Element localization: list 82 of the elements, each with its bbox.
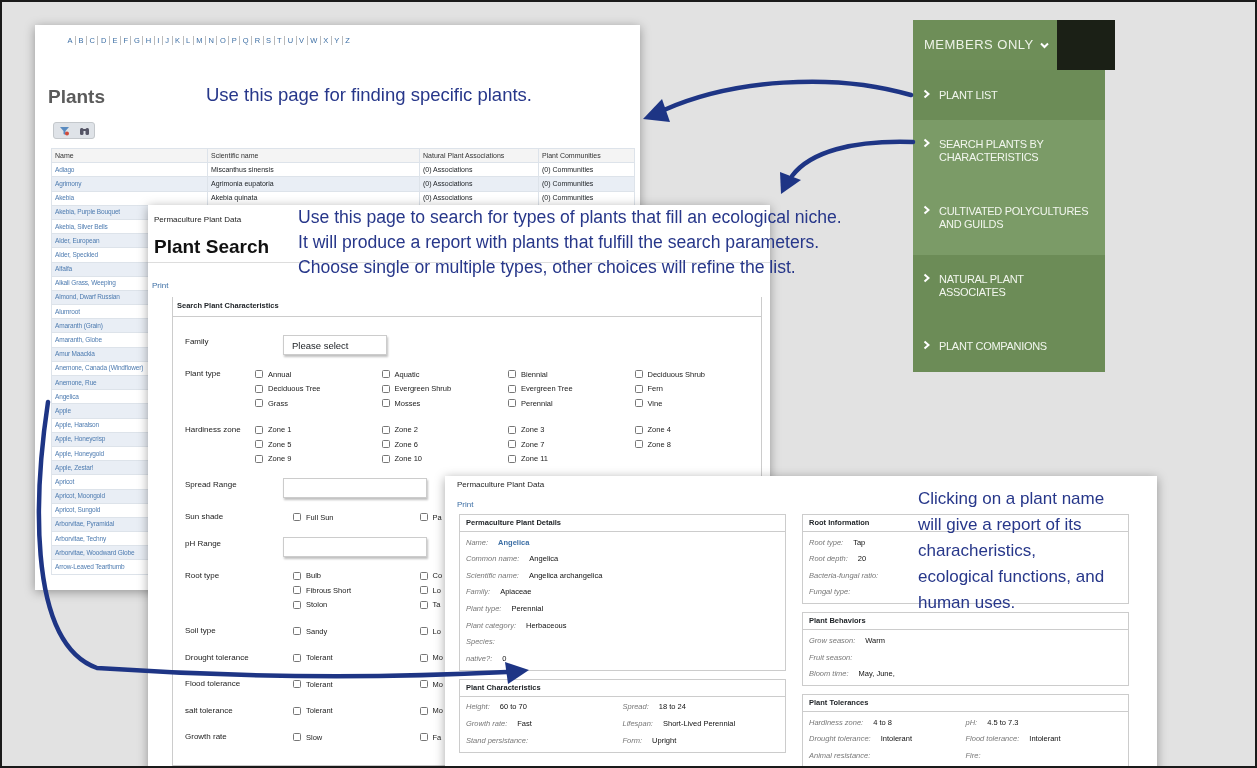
checkbox[interactable] bbox=[293, 600, 301, 609]
field-label: salt tolerance bbox=[185, 704, 234, 717]
checkbox[interactable] bbox=[634, 370, 643, 379]
chevron-down-icon bbox=[1039, 41, 1049, 49]
checkbox[interactable] bbox=[293, 513, 301, 522]
checkbox[interactable] bbox=[293, 653, 301, 662]
site-name: Permaculture Plant Data bbox=[154, 215, 242, 225]
checkbox[interactable] bbox=[381, 399, 390, 408]
checkbox[interactable] bbox=[634, 440, 643, 449]
checkbox[interactable] bbox=[381, 370, 390, 379]
chevron-right-icon bbox=[923, 340, 930, 350]
chevron-right-icon bbox=[923, 205, 930, 215]
field-label: Plant type bbox=[185, 368, 222, 380]
checkbox[interactable] bbox=[255, 425, 263, 434]
field-label: Soil type bbox=[185, 625, 217, 637]
checkbox[interactable] bbox=[255, 399, 263, 408]
checkbox[interactable] bbox=[293, 586, 301, 595]
annotation-text: Use this page for finding specific plants. bbox=[206, 83, 532, 107]
annotation-text: Choose single or multiple types, other choices will refine the list. bbox=[298, 256, 797, 279]
menu-header[interactable]: MEMBERS ONLY bbox=[913, 20, 1057, 70]
annotation-text: Clicking on a plant name will give a report of its characheristics, ecological functions, and human uses. bbox=[918, 488, 1106, 614]
field-label: Family bbox=[185, 336, 210, 348]
checkbox[interactable] bbox=[255, 384, 263, 393]
field-label: Drought tolerance bbox=[185, 651, 250, 664]
checkbox[interactable] bbox=[381, 454, 390, 463]
field-label: Sun shade bbox=[185, 511, 225, 523]
checkbox[interactable] bbox=[255, 370, 263, 379]
field-label: Growth rate bbox=[185, 731, 228, 743]
checkbox[interactable] bbox=[508, 370, 516, 379]
menu-item[interactable]: NATURAL PLANT ASSOCIATES bbox=[913, 255, 1105, 318]
input-field[interactable] bbox=[283, 478, 427, 498]
chevron-right-icon bbox=[923, 89, 930, 99]
field-label: Flood tolerance bbox=[185, 678, 242, 690]
checkbox[interactable] bbox=[508, 440, 516, 449]
field-label: Spread Range bbox=[185, 479, 238, 491]
filter-icon bbox=[58, 125, 70, 136]
dark-panel bbox=[1057, 20, 1115, 70]
menu-item[interactable]: CULTIVATED POLYCULTURES AND GUILDS bbox=[913, 187, 1105, 255]
checkbox[interactable] bbox=[293, 627, 301, 636]
checkbox[interactable] bbox=[419, 733, 428, 742]
checkbox[interactable] bbox=[381, 440, 390, 449]
site-name: Permaculture Plant Data bbox=[457, 480, 545, 490]
select-dropdown[interactable]: Please select bbox=[283, 335, 387, 355]
checkbox[interactable] bbox=[255, 440, 263, 449]
checkbox[interactable] bbox=[293, 680, 301, 689]
checkbox[interactable] bbox=[381, 384, 390, 393]
menu-item[interactable]: PLANT COMPANIONS bbox=[913, 318, 1105, 372]
checkbox[interactable] bbox=[419, 586, 428, 595]
checkbox[interactable] bbox=[419, 571, 428, 580]
checkbox[interactable] bbox=[419, 706, 428, 715]
print-link[interactable]: Print bbox=[457, 500, 474, 510]
checkbox[interactable] bbox=[634, 384, 643, 393]
checkbox[interactable] bbox=[293, 571, 301, 580]
menu-item[interactable]: PLANT LIST bbox=[913, 70, 1105, 120]
page-title: Plant Search bbox=[154, 236, 270, 258]
annotation-text: It will produce a report with plants that fulfill the search parameters. bbox=[298, 231, 821, 254]
binoculars-icon bbox=[78, 125, 90, 136]
annotation-text: Use this page to search for types of plants that fill an ecological niche. bbox=[298, 206, 842, 229]
checkbox[interactable] bbox=[255, 454, 263, 463]
checkbox[interactable] bbox=[293, 706, 301, 715]
chevron-right-icon bbox=[923, 273, 930, 283]
field-label: Hardiness zone bbox=[185, 423, 242, 436]
checkbox[interactable] bbox=[419, 653, 428, 662]
checkbox[interactable] bbox=[381, 425, 390, 434]
chevron-right-icon bbox=[923, 138, 930, 148]
checkbox[interactable] bbox=[634, 425, 643, 434]
checkbox[interactable] bbox=[508, 384, 516, 393]
checkbox[interactable] bbox=[419, 627, 428, 636]
checkbox[interactable] bbox=[419, 680, 428, 689]
checkbox[interactable] bbox=[508, 399, 516, 408]
checkbox[interactable] bbox=[508, 425, 516, 434]
input-field[interactable] bbox=[283, 536, 427, 557]
menu-item[interactable]: SEARCH PLANTS BY CHARACTERISTICS bbox=[913, 120, 1105, 187]
checkbox[interactable] bbox=[634, 399, 643, 408]
checkbox[interactable] bbox=[508, 454, 516, 463]
page-title: Plants bbox=[48, 86, 106, 108]
print-link[interactable]: Print bbox=[152, 281, 169, 291]
checkbox[interactable] bbox=[419, 513, 428, 522]
field-label: pH Range bbox=[185, 537, 223, 550]
checkbox[interactable] bbox=[419, 600, 428, 609]
checkbox[interactable] bbox=[293, 733, 301, 742]
field-label: Root type bbox=[185, 569, 221, 582]
